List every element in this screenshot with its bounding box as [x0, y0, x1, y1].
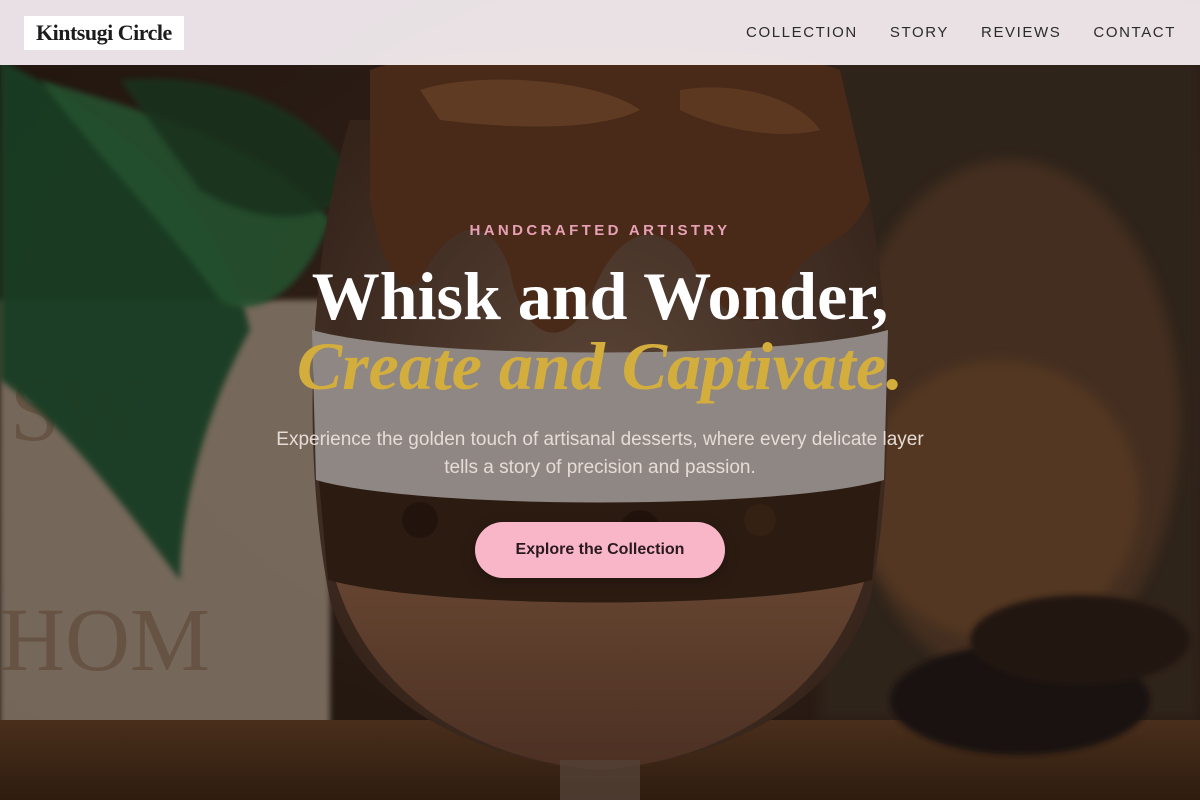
hero-headline-line1: Whisk and Wonder,	[311, 258, 889, 334]
hero-eyebrow: HANDCRAFTED ARTISTRY	[469, 222, 731, 239]
explore-collection-button[interactable]: Explore the Collection	[475, 522, 725, 578]
hero-description: Experience the golden touch of artisanal…	[276, 429, 924, 478]
hero-content: HANDCRAFTED ARTISTRY Whisk and Wonder, C…	[0, 0, 1200, 800]
hero-headline-line2: Create and Captivate.	[296, 328, 904, 404]
